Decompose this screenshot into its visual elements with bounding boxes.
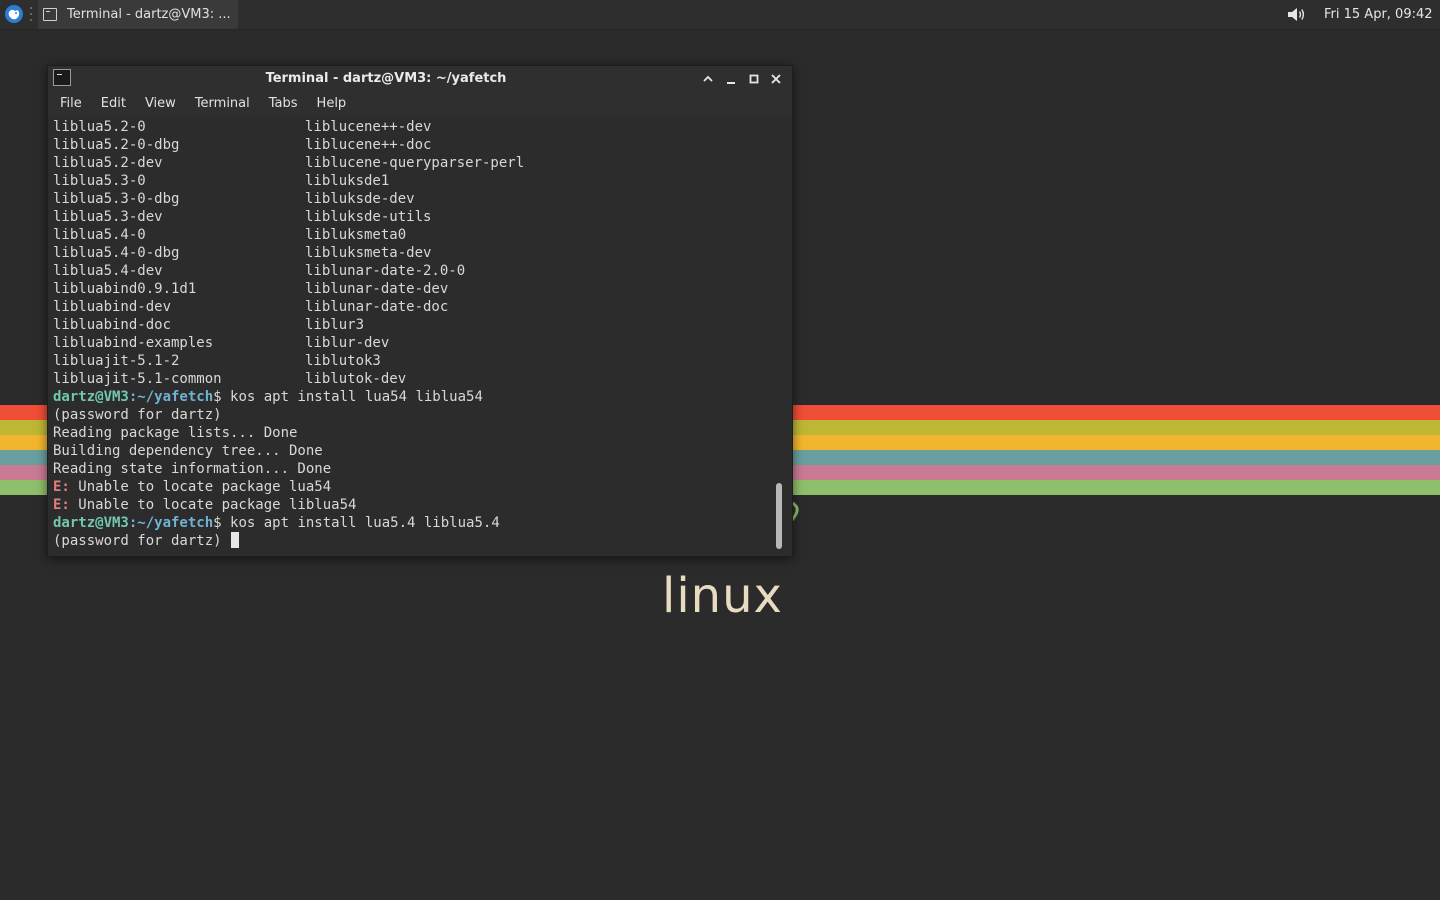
list-col1: liblua5.4-0 xyxy=(53,227,146,243)
menu-edit[interactable]: Edit xyxy=(93,92,134,116)
list-row: liblua5.3-0-dbg libluksde-dev xyxy=(53,190,415,208)
list-row: libluabind-dev liblunar-date-doc xyxy=(53,298,448,316)
list-col1: libluabind0.9.1d1 xyxy=(53,281,197,297)
list-row: libluabind0.9.1d1 liblunar-date-dev xyxy=(53,280,448,298)
terminal-icon xyxy=(43,8,57,21)
prompt-path: :~/yafetch xyxy=(128,515,214,531)
list-col2: liblunar-date-dev xyxy=(305,281,449,297)
list-col2: liblunar-date-2.0-0 xyxy=(305,263,466,279)
password-prompt: (password for dartz) xyxy=(53,407,222,423)
list-col1: libluajit-5.1-2 xyxy=(53,353,180,369)
command-line: dartz@VM3:~/yafetch$ kos apt install lua… xyxy=(53,514,500,532)
menubar: File Edit View Terminal Tabs Help xyxy=(48,92,792,116)
list-row: liblua5.4-dev liblunar-date-2.0-0 xyxy=(53,262,465,280)
list-col2: liblutok3 xyxy=(305,353,381,369)
prompt-symbol: $ xyxy=(213,389,222,405)
list-col2: libluksde-utils xyxy=(305,209,432,225)
list-col1: libluabind-doc xyxy=(53,317,172,333)
error-text: Unable to locate package liblua54 xyxy=(69,497,357,513)
panel-separator xyxy=(30,7,33,21)
command-text: kos apt install lua5.4 liblua5.4 xyxy=(221,515,500,531)
menu-help[interactable]: Help xyxy=(309,92,355,116)
top-panel: Terminal - dartz@VM3: ... Fri 15 Apr, 09… xyxy=(0,0,1440,30)
list-row: libluabind-doc liblur3 xyxy=(53,316,364,334)
list-col1: liblua5.3-dev xyxy=(53,209,163,225)
list-row: libluajit-5.1-common liblutok-dev xyxy=(53,370,406,388)
menu-tabs[interactable]: Tabs xyxy=(261,92,306,116)
taskbar-terminal-button[interactable]: Terminal - dartz@VM3: ... xyxy=(38,0,238,29)
list-col1: liblua5.2-dev xyxy=(53,155,163,171)
list-row: liblua5.4-0-dbg libluksmeta-dev xyxy=(53,244,431,262)
output-line: Reading state information... Done xyxy=(53,461,332,477)
list-row: liblua5.2-dev liblucene-queryparser-perl xyxy=(53,154,524,172)
terminal-output[interactable]: liblua5.2-0 liblucene++-dev liblua5.2-0-d… xyxy=(48,116,774,556)
command-line: dartz@VM3:~/yafetch$ kos apt install lua… xyxy=(53,388,483,406)
list-row: liblua5.2-0 liblucene++-dev xyxy=(53,118,431,136)
password-prompt: (password for dartz) xyxy=(53,533,231,549)
prompt-user: dartz@VM3 xyxy=(53,389,129,405)
text-cursor xyxy=(231,532,240,548)
list-row: libluabind-examples liblur-dev xyxy=(53,334,389,352)
output-line: Reading package lists... Done xyxy=(53,425,298,441)
error-text: Unable to locate package lua54 xyxy=(69,479,332,495)
maximize-button[interactable] xyxy=(746,71,762,87)
list-row: liblua5.3-0 libluksde1 xyxy=(53,172,389,190)
shade-button[interactable] xyxy=(700,71,716,87)
list-col1: liblua5.3-0 xyxy=(53,173,146,189)
window-title: Terminal - dartz@VM3: ~/yafetch xyxy=(265,71,507,86)
list-col1: libluabind-examples xyxy=(53,335,214,351)
list-col2: liblucene-queryparser-perl xyxy=(305,155,525,171)
list-col1: liblua5.2-0 xyxy=(53,119,146,135)
clock[interactable]: Fri 15 Apr, 09:42 xyxy=(1324,0,1433,29)
error-prefix: E: xyxy=(53,479,70,495)
list-col1: liblua5.3-0-dbg xyxy=(53,191,180,207)
list-col2: libluksmeta-dev xyxy=(305,245,432,261)
list-col1: liblua5.4-dev xyxy=(53,263,163,279)
error-prefix: E: xyxy=(53,497,70,513)
list-col2: liblur3 xyxy=(305,317,365,333)
list-col1: liblua5.4-0-dbg xyxy=(53,245,180,261)
list-row: liblua5.4-0 libluksmeta0 xyxy=(53,226,406,244)
list-row: liblua5.3-dev libluksde-utils xyxy=(53,208,431,226)
list-row: libluajit-5.1-2 liblutok3 xyxy=(53,352,381,370)
prompt-user: dartz@VM3 xyxy=(53,515,129,531)
list-col2: liblutok-dev xyxy=(305,371,407,387)
taskbar-terminal-label: Terminal - dartz@VM3: ... xyxy=(67,7,231,22)
menu-file[interactable]: File xyxy=(52,92,90,116)
window-titlebar[interactable]: Terminal - dartz@VM3: ~/yafetch xyxy=(48,66,792,92)
list-col2: liblur-dev xyxy=(305,335,390,351)
whisker-menu-icon[interactable] xyxy=(4,4,24,24)
error-line: E: Unable to locate package liblua54 xyxy=(53,496,356,514)
menu-view[interactable]: View xyxy=(137,92,184,116)
password-input-line[interactable]: (password for dartz) xyxy=(53,532,240,550)
list-row: liblua5.2-0-dbg liblucene++-doc xyxy=(53,136,431,154)
close-button[interactable] xyxy=(768,71,784,87)
minimize-button[interactable] xyxy=(723,71,739,87)
list-col1: libluajit-5.1-common xyxy=(53,371,222,387)
list-col1: libluabind-dev xyxy=(53,299,172,315)
list-col2: libluksde1 xyxy=(305,173,390,189)
list-col2: libluksde-dev xyxy=(305,191,415,207)
prompt-path: :~/yafetch xyxy=(128,389,214,405)
prompt-symbol: $ xyxy=(213,515,222,531)
list-col2: liblucene++-doc xyxy=(305,137,432,153)
terminal-window: Terminal - dartz@VM3: ~/yafetch File Edi… xyxy=(47,65,793,557)
error-line: E: Unable to locate package lua54 xyxy=(53,478,331,496)
list-col1: liblua5.2-0-dbg xyxy=(53,137,180,153)
output-line: Building dependency tree... Done xyxy=(53,443,323,459)
scrollbar-thumb[interactable] xyxy=(776,483,782,549)
list-col2: liblucene++-dev xyxy=(305,119,432,135)
command-text: kos apt install lua54 liblua54 xyxy=(221,389,483,405)
menu-terminal[interactable]: Terminal xyxy=(187,92,258,116)
list-col2: liblunar-date-doc xyxy=(305,299,449,315)
volume-icon[interactable] xyxy=(1287,6,1307,23)
wallpaper-linux-text: linux xyxy=(662,568,783,624)
list-col2: libluksmeta0 xyxy=(305,227,407,243)
